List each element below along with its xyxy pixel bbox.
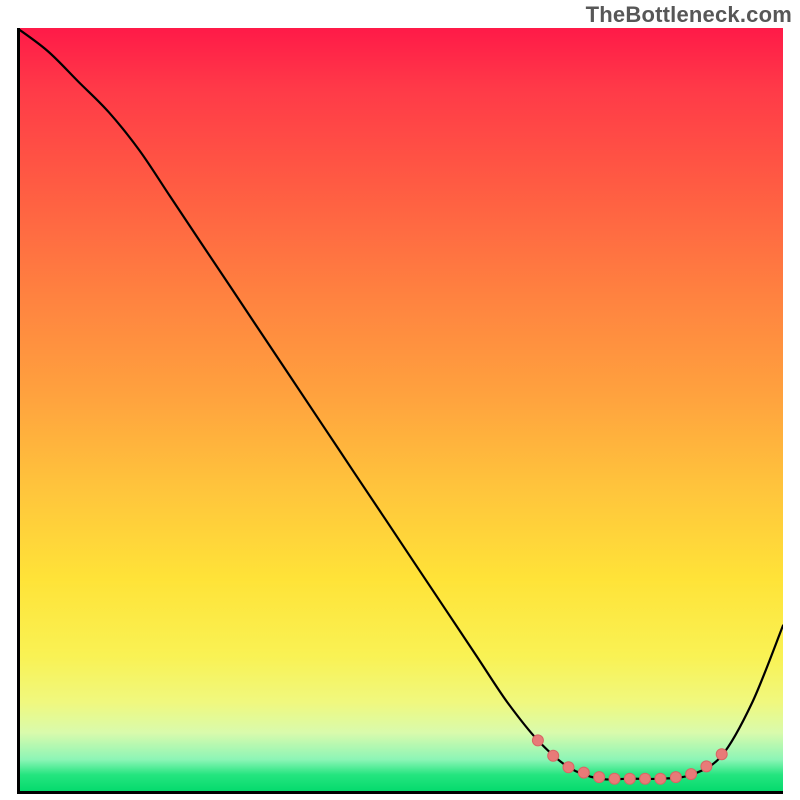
valley-marker <box>578 767 589 778</box>
valley-marker <box>532 735 543 746</box>
valley-marker <box>609 773 620 784</box>
valley-marker <box>624 773 635 784</box>
valley-marker <box>594 772 605 783</box>
valley-marker-group <box>532 735 727 784</box>
valley-marker <box>716 749 727 760</box>
valley-marker <box>686 769 697 780</box>
valley-marker <box>655 773 666 784</box>
chart-plot-area <box>17 28 783 794</box>
valley-marker <box>701 761 712 772</box>
bottleneck-curve <box>17 28 783 780</box>
valley-marker <box>563 762 574 773</box>
attribution-label: TheBottleneck.com <box>586 2 792 28</box>
valley-marker <box>670 772 681 783</box>
valley-marker <box>548 750 559 761</box>
valley-marker <box>640 773 651 784</box>
chart-overlay-svg <box>17 28 783 794</box>
